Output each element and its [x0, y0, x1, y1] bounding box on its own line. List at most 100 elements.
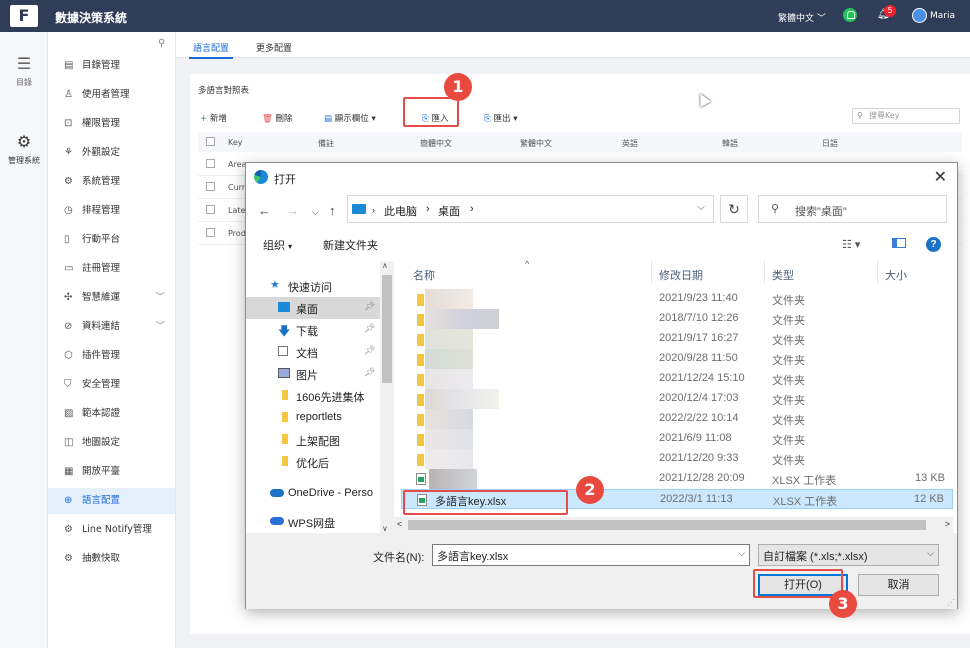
- notification-bell-icon[interactable]: [843, 8, 857, 22]
- menu-item-appearance[interactable]: ⚘ 外觀設定: [48, 140, 175, 166]
- file-type-select[interactable]: 自訂檔案 (*.xls;*.xlsx) ⌵: [758, 544, 939, 566]
- menu-item-register[interactable]: ▭ 註冊管理: [48, 256, 175, 282]
- scroll-thumb[interactable]: [408, 520, 926, 530]
- caret-down-icon: ▾: [371, 114, 376, 124]
- menu-item-schedule[interactable]: ◷ 排程管理: [48, 198, 175, 224]
- nav-folder[interactable]: reportlets: [246, 407, 380, 429]
- rail-item-catalog[interactable]: ☰ 目錄: [0, 54, 48, 88]
- nav-quick-access[interactable]: ★ 快速访问: [246, 275, 380, 297]
- file-row[interactable]: 2021/12/28 20:09 XLSX 工作表 13 KB: [401, 469, 953, 489]
- recent-dropdown-icon[interactable]: ⌵: [312, 207, 319, 218]
- file-row[interactable]: 2020/12/4 17:03 文件夹: [401, 389, 953, 409]
- nav-wps[interactable]: WPS网盘: [246, 511, 380, 533]
- menu-item-system[interactable]: ⚙ 系統管理: [48, 169, 175, 195]
- menu-item-permissions[interactable]: ⊡ 權限管理: [48, 111, 175, 137]
- menu-item-plugins[interactable]: ⬡ 插件管理: [48, 343, 175, 369]
- menu-item-open-platform[interactable]: ▦ 開放平臺: [48, 459, 175, 485]
- refresh-icon[interactable]: ↻: [720, 195, 748, 223]
- menu-item-map[interactable]: ◫ 地圖設定: [48, 430, 175, 456]
- column-header: 備註: [318, 139, 334, 148]
- preview-pane-icon[interactable]: [892, 238, 906, 248]
- organize-menu[interactable]: 组织 ▾: [263, 237, 292, 253]
- close-icon[interactable]: ✕: [934, 167, 947, 187]
- organize-label: 组织: [263, 240, 285, 252]
- file-row[interactable]: 2021/9/23 11:40 文件夹: [401, 289, 953, 309]
- nav-folder[interactable]: 1606先进集体: [246, 385, 380, 407]
- scroll-thumb[interactable]: [382, 275, 392, 383]
- nav-folder[interactable]: 优化后: [246, 451, 380, 473]
- avatar[interactable]: [912, 8, 927, 23]
- column-type[interactable]: 类型: [772, 267, 794, 283]
- menu-item-data-link[interactable]: ⊘ 資料連結 ﹀: [48, 314, 175, 340]
- scroll-right-icon[interactable]: >: [945, 519, 950, 529]
- row-checkbox[interactable]: [206, 159, 215, 168]
- menu-item-security[interactable]: ⛉ 安全管理: [48, 372, 175, 398]
- nav-downloads[interactable]: 🡇 下载 📌︎: [246, 319, 380, 341]
- delete-button[interactable]: 🗑︎ 刪除: [262, 112, 293, 124]
- menu-item-line-notify[interactable]: ⚙ Line Notify管理: [48, 517, 175, 543]
- help-icon[interactable]: ?: [926, 237, 941, 252]
- notification-badge: 5: [884, 5, 896, 17]
- add-button[interactable]: + 新增: [200, 112, 227, 124]
- nav-pictures[interactable]: 图片 📌︎: [246, 363, 380, 385]
- nav-documents[interactable]: 文档 📌︎: [246, 341, 380, 363]
- column-size[interactable]: 大小: [885, 267, 907, 283]
- column-modified[interactable]: 修改日期: [659, 267, 703, 283]
- chevron-down-icon[interactable]: ⌵: [738, 548, 745, 559]
- language-selector[interactable]: 繁體中文 ﹀: [778, 11, 826, 24]
- breadcrumb[interactable]: 此电脑: [384, 203, 417, 219]
- pin-icon[interactable]: ⚲: [158, 38, 165, 49]
- menu-item-mobile[interactable]: ▯ 行動平台: [48, 227, 175, 253]
- row-checkbox[interactable]: [206, 182, 215, 191]
- show-columns-button[interactable]: ▤ 顯示欄位 ▾: [324, 112, 376, 124]
- filename-input[interactable]: 多語言key.xlsx ⌵: [432, 544, 750, 566]
- nav-scrollbar[interactable]: ∧ ∨: [380, 261, 394, 533]
- scroll-up-icon[interactable]: ∧: [382, 261, 388, 270]
- file-row[interactable]: 2021/12/24 15:10 文件夹: [401, 369, 953, 389]
- file-row[interactable]: 2021/12/20 9:33 文件夹: [401, 449, 953, 469]
- export-button[interactable]: ⎘ 匯出 ▾: [484, 112, 518, 124]
- app-logo[interactable]: F: [10, 5, 38, 27]
- file-row[interactable]: 2021/9/17 16:27 文件夹: [401, 329, 953, 349]
- nav-folder[interactable]: 上架配图: [246, 429, 380, 451]
- menu-item-template[interactable]: ▨ 範本認證: [48, 401, 175, 427]
- nav-desktop[interactable]: 桌面 📌︎: [246, 297, 380, 319]
- view-options-icon[interactable]: ☷ ▾: [842, 238, 860, 251]
- column-name[interactable]: 名称: [413, 267, 435, 283]
- key-search-input[interactable]: 搜尋Key: [852, 108, 960, 124]
- up-arrow-icon[interactable]: ↑: [329, 203, 336, 218]
- rail-item-management[interactable]: ⚙ 管理系統: [0, 132, 48, 166]
- menu-item-cache[interactable]: ⚙ 抽數快取: [48, 546, 175, 572]
- address-bar[interactable]: › 此电脑 › 桌面 › ⌵: [347, 195, 714, 223]
- folder-icon: [282, 390, 288, 400]
- nav-onedrive[interactable]: OneDrive - Perso: [246, 483, 380, 505]
- menu-item-ops[interactable]: ✣ 智慧維運 ﹀: [48, 285, 175, 311]
- file-date: 2021/12/20 9:33: [659, 452, 739, 464]
- cancel-button[interactable]: 取消: [858, 574, 939, 596]
- file-row[interactable]: 2021/6/9 11:08 文件夹: [401, 429, 953, 449]
- back-arrow-icon[interactable]: ←: [258, 203, 271, 218]
- breadcrumb[interactable]: 桌面: [438, 203, 460, 219]
- forward-arrow-icon[interactable]: →: [286, 203, 299, 218]
- row-checkbox[interactable]: [206, 205, 215, 214]
- file-row[interactable]: 2020/9/28 11:50 文件夹: [401, 349, 953, 369]
- scroll-down-icon[interactable]: ∨: [382, 524, 388, 533]
- row-checkbox[interactable]: [206, 228, 215, 237]
- scroll-left-icon[interactable]: <: [397, 519, 402, 529]
- chevron-down-icon[interactable]: ⌵: [697, 202, 705, 213]
- tab-more-config[interactable]: 更多配置: [256, 41, 292, 54]
- tab-language-config[interactable]: 語言配置: [188, 41, 234, 59]
- file-row[interactable]: 2022/2/22 10:14 文件夹: [401, 409, 953, 429]
- user-name[interactable]: Maria: [930, 11, 955, 21]
- menu-item-language[interactable]: ⊕ 語言配置: [48, 488, 175, 514]
- new-folder-button[interactable]: 新建文件夹: [323, 237, 378, 253]
- column-separator: [877, 261, 878, 283]
- menu-item-catalog[interactable]: ▤ 目錄管理: [48, 53, 175, 79]
- resize-grip-icon[interactable]: ⋰: [947, 598, 955, 607]
- select-all-checkbox[interactable]: [206, 137, 215, 146]
- file-type: 文件夹: [772, 335, 805, 347]
- menu-item-users[interactable]: ♙ 使用者管理: [48, 82, 175, 108]
- search-input[interactable]: ⚲ 搜索"桌面": [758, 195, 947, 223]
- horizontal-scrollbar[interactable]: < >: [394, 517, 953, 533]
- file-row[interactable]: 2018/7/10 12:26 文件夹: [401, 309, 953, 329]
